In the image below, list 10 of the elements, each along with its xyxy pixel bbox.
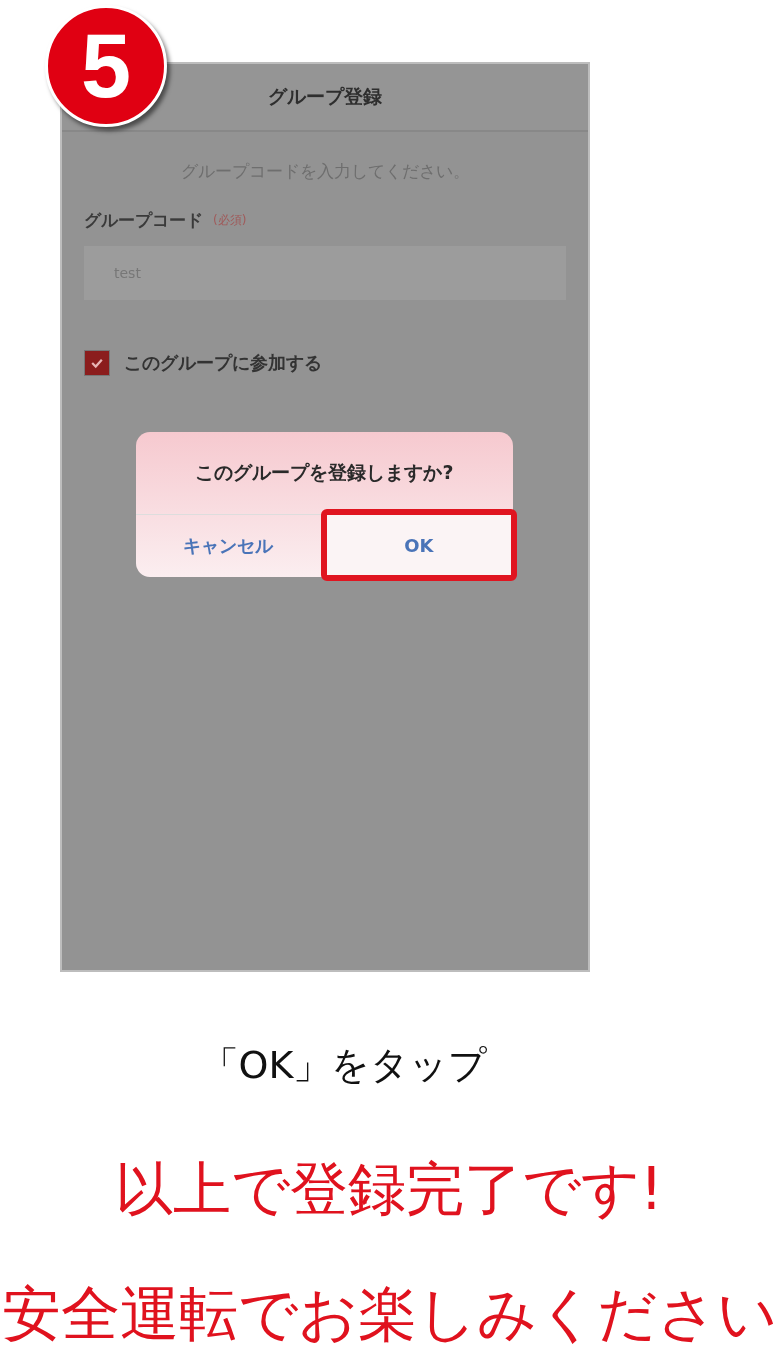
- screen-title: グループ登録: [268, 84, 382, 109]
- checkbox-label: このグループに参加する: [124, 351, 322, 375]
- caption-text: 「OK」をタップ: [200, 1042, 488, 1089]
- step-badge: 5: [45, 5, 167, 127]
- checkbox[interactable]: [84, 350, 110, 376]
- field-label: グループコード: [84, 209, 203, 232]
- dialog-button[interactable]: OK: [320, 509, 517, 581]
- caption-text: 安全運転でお楽しみください: [1, 1278, 777, 1350]
- dialog-button[interactable]: キャンセル: [136, 515, 321, 577]
- caption-text: 以上で登録完了です!: [114, 1154, 664, 1225]
